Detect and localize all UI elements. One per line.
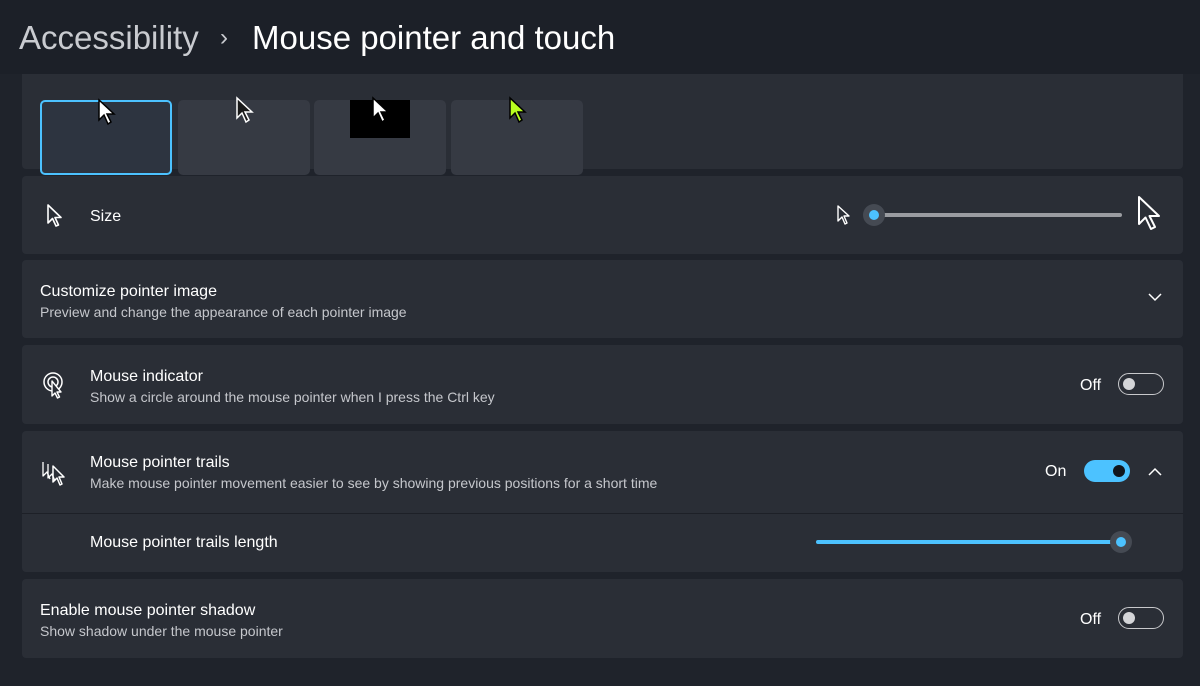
- divider: [22, 513, 1183, 514]
- black-pointer-icon: [236, 96, 254, 124]
- chevron-up-icon[interactable]: [1148, 467, 1162, 477]
- size-slider-thumb[interactable]: [863, 204, 885, 226]
- page-title: Mouse pointer and touch: [252, 19, 616, 56]
- pointer-trails-group: Mouse pointer trails Make mouse pointer …: [22, 431, 1183, 572]
- indicator-subtitle: Show a circle around the mouse pointer w…: [90, 389, 495, 405]
- small-pointer-icon: [837, 205, 850, 225]
- trails-length-label: Mouse pointer trails length: [90, 534, 278, 551]
- pointer-trails-icon: [42, 462, 65, 486]
- trails-toggle[interactable]: [1084, 460, 1130, 482]
- trails-length-slider-track[interactable]: [816, 540, 1122, 544]
- large-pointer-icon: [1138, 196, 1160, 230]
- pointer-shadow-row: Enable mouse pointer shadow Show shadow …: [22, 579, 1183, 658]
- trails-toggle-state: On: [1045, 463, 1067, 480]
- customize-title: Customize pointer image: [40, 283, 217, 300]
- toggle-knob: [1113, 465, 1125, 477]
- size-row: Size: [22, 176, 1183, 254]
- breadcrumb-parent[interactable]: Accessibility: [19, 19, 199, 57]
- pointer-style-inverted[interactable]: [314, 96, 446, 175]
- pointer-style-black[interactable]: [178, 96, 310, 175]
- trails-title: Mouse pointer trails: [90, 454, 230, 471]
- toggle-knob: [1123, 378, 1135, 390]
- shadow-toggle[interactable]: [1118, 607, 1164, 629]
- customize-subtitle: Preview and change the appearance of eac…: [40, 304, 407, 320]
- indicator-toggle[interactable]: [1118, 373, 1164, 395]
- custom-color-pointer-icon: [509, 96, 527, 124]
- white-pointer-icon: [98, 98, 116, 126]
- toggle-knob: [1123, 612, 1135, 624]
- shadow-subtitle: Show shadow under the mouse pointer: [40, 623, 283, 639]
- breadcrumb-separator-icon: ›: [220, 24, 228, 51]
- shadow-toggle-state: Off: [1080, 611, 1102, 628]
- touch-indicator-icon: [43, 372, 63, 399]
- customize-pointer-row[interactable]: Customize pointer image Preview and chan…: [22, 260, 1183, 338]
- trails-subtitle: Make mouse pointer movement easier to se…: [90, 475, 658, 491]
- pointer-style-custom[interactable]: [451, 96, 583, 175]
- pointer-style-white[interactable]: [40, 98, 172, 175]
- inverted-pointer-icon: [372, 96, 390, 124]
- size-label: Size: [90, 208, 122, 225]
- header-bar: Accessibility › Mouse pointer and touch: [0, 0, 1200, 74]
- chevron-down-icon[interactable]: [1148, 292, 1162, 302]
- indicator-title: Mouse indicator: [90, 368, 203, 385]
- size-slider-track[interactable]: [874, 213, 1122, 217]
- mouse-indicator-row: Mouse indicator Show a circle around the…: [22, 345, 1183, 424]
- pointer-size-icon: [47, 204, 62, 227]
- indicator-toggle-state: Off: [1080, 377, 1102, 394]
- trails-length-slider-thumb[interactable]: [1110, 531, 1132, 553]
- shadow-title: Enable mouse pointer shadow: [40, 602, 256, 619]
